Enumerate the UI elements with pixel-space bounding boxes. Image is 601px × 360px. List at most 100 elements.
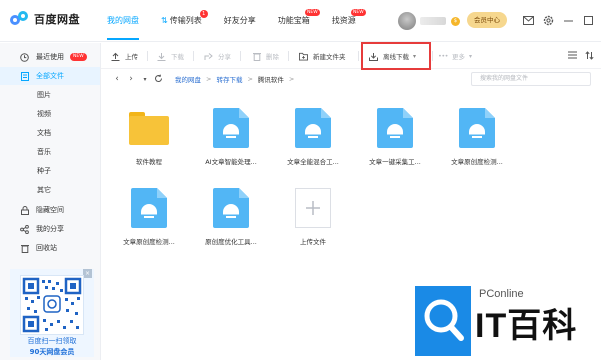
- sort-order-button[interactable]: [585, 43, 594, 69]
- download-icon: [157, 52, 166, 61]
- sidebar-item-recycle-bin[interactable]: 回收站: [0, 239, 100, 257]
- toolbar-divider: [288, 51, 289, 61]
- member-center-button[interactable]: 会员中心: [467, 12, 507, 28]
- trash-icon: [20, 244, 29, 253]
- sidebar-item-hidden-space[interactable]: 隐藏空间: [0, 201, 100, 219]
- avatar[interactable]: [398, 12, 416, 30]
- watermark-site: PConline: [479, 288, 524, 300]
- file-item[interactable]: 文章原创度检测...: [440, 100, 514, 176]
- app-file-icon: [377, 108, 413, 148]
- chevron-right-icon: ›: [129, 74, 133, 84]
- file-item[interactable]: 原创度优化工具...: [194, 180, 268, 256]
- delete-button[interactable]: 删除: [252, 43, 279, 69]
- nav-tab-toolbox[interactable]: 功能宝箱 NEW: [278, 0, 320, 42]
- sidebar-item-others[interactable]: 其它: [0, 181, 100, 199]
- qr-promo[interactable]: × 百度扫一扫领取 90天网盘会员: [10, 269, 94, 357]
- sidebar-item-torrents[interactable]: 种子: [0, 162, 100, 180]
- cloud-logo-icon: [10, 11, 30, 27]
- chevron-left-icon: ‹: [115, 74, 119, 84]
- promo-line-2: 90天网盘会员: [29, 348, 75, 356]
- upload-icon: [111, 52, 120, 61]
- file-item-folder[interactable]: 软件教程: [112, 100, 186, 176]
- magnifier-logo-icon: [415, 286, 471, 356]
- app-logo[interactable]: 百度网盘: [10, 11, 80, 27]
- download-button[interactable]: 下载: [157, 43, 184, 69]
- new-folder-button[interactable]: 新建文件夹: [299, 43, 346, 69]
- sidebar-item-documents[interactable]: 文档: [0, 124, 100, 142]
- file-name: 文章全能混合工...: [287, 158, 339, 166]
- breadcrumb-separator-icon: >: [206, 75, 212, 83]
- breadcrumb-separator-icon: >: [247, 75, 253, 83]
- main-nav: 我的网盘 ⇅ 传输列表 1 好友分享 功能宝箱 NEW 找资源 NEW: [107, 0, 378, 42]
- nav-tab-transfer-list[interactable]: ⇅ 传输列表 1: [161, 0, 208, 42]
- file-name: 文章一键采集工...: [369, 158, 421, 166]
- transfer-icon: ⇅: [161, 16, 168, 25]
- app-file-icon: [459, 108, 495, 148]
- highlight-box: [361, 42, 431, 70]
- app-name: 百度网盘: [34, 13, 80, 26]
- new-badge: NEW: [70, 53, 87, 61]
- settings-icon[interactable]: [541, 13, 555, 27]
- file-item[interactable]: 文章全能混合工...: [276, 100, 350, 176]
- nav-tab-my-disk[interactable]: 我的网盘: [107, 0, 139, 42]
- share-button[interactable]: 分享: [204, 43, 231, 69]
- more-button[interactable]: ••• 更多 ▾: [438, 43, 472, 69]
- chevron-down-icon: ▾: [469, 52, 473, 60]
- user-name-blurred: [420, 17, 446, 25]
- nav-tab-friend-share[interactable]: 好友分享: [224, 0, 256, 42]
- qr-code: [20, 275, 84, 335]
- file-item[interactable]: 文章原创度检测...: [112, 180, 186, 256]
- file-name: AI文章智能处理...: [205, 158, 257, 166]
- vip-level-badge: $: [451, 16, 460, 26]
- new-badge: NEW: [305, 9, 320, 16]
- refresh-button[interactable]: [152, 73, 164, 85]
- mail-icon[interactable]: [521, 13, 535, 27]
- upload-file-tile[interactable]: 上传文件: [276, 180, 350, 256]
- sort-button[interactable]: [568, 43, 577, 69]
- transfer-count-badge: 1: [199, 10, 208, 18]
- list-view-icon: [568, 51, 577, 61]
- watermark: PConline IT百科: [413, 282, 601, 360]
- close-icon[interactable]: ×: [83, 269, 92, 278]
- sidebar-item-all-files[interactable]: 全部文件: [0, 67, 100, 85]
- file-name: 文章原创度检测...: [123, 238, 175, 246]
- breadcrumb-item-my-disk[interactable]: 我的网盘: [175, 74, 201, 84]
- nav-tab-find-resources[interactable]: 找资源 NEW: [332, 0, 366, 42]
- app-file-icon: [131, 188, 167, 228]
- user-profile[interactable]: $: [398, 12, 460, 30]
- toolbar-divider: [358, 51, 359, 61]
- folder-icon: [129, 112, 169, 145]
- share-icon: [204, 52, 213, 61]
- file-item[interactable]: 文章一键采集工...: [358, 100, 432, 176]
- top-bar: 百度网盘 我的网盘 ⇅ 传输列表 1 好友分享 功能宝箱 NEW 找资源 NEW …: [0, 0, 601, 42]
- refresh-icon: [154, 74, 163, 85]
- sidebar-item-videos[interactable]: 视频: [0, 105, 100, 123]
- file-name: 原创度优化工具...: [205, 238, 257, 246]
- top-right-icons: [521, 13, 601, 27]
- app-file-icon: [295, 108, 331, 148]
- sort-icon: [585, 50, 594, 62]
- file-item[interactable]: AI文章智能处理...: [194, 100, 268, 176]
- sidebar-item-music[interactable]: 音乐: [0, 143, 100, 161]
- app-file-icon: [213, 108, 249, 148]
- forward-button[interactable]: ›: [125, 73, 137, 85]
- clock-icon: [20, 52, 29, 62]
- more-dots-icon: •••: [438, 52, 449, 60]
- breadcrumb-item-transfer[interactable]: 转存下载: [216, 74, 242, 84]
- back-button[interactable]: ‹: [111, 73, 123, 85]
- sidebar-item-images[interactable]: 图片: [0, 86, 100, 104]
- sidebar-item-recent[interactable]: 最近使用 NEW: [0, 48, 100, 66]
- file-name: 上传文件: [300, 238, 326, 246]
- breadcrumb: 我的网盘 > 转存下载 > 腾讯软件 >: [175, 69, 299, 89]
- breadcrumb-separator-icon: >: [288, 75, 295, 83]
- history-dropdown[interactable]: ▾: [139, 73, 151, 85]
- toolbar-divider: [240, 51, 241, 61]
- caret-down-icon: ▾: [143, 75, 147, 83]
- minimize-icon[interactable]: [561, 13, 575, 27]
- search-input[interactable]: 搜索我的网盘文件: [471, 72, 591, 86]
- trash-icon: [252, 52, 261, 61]
- upload-button[interactable]: 上传: [111, 43, 138, 69]
- toolbar: 上传 下载 分享 删除 新建文件夹 离线下载 ▾ ••• 更多 ▾: [101, 43, 601, 69]
- sidebar-item-my-shares[interactable]: 我的分享: [0, 220, 100, 238]
- maximize-icon[interactable]: [581, 13, 595, 27]
